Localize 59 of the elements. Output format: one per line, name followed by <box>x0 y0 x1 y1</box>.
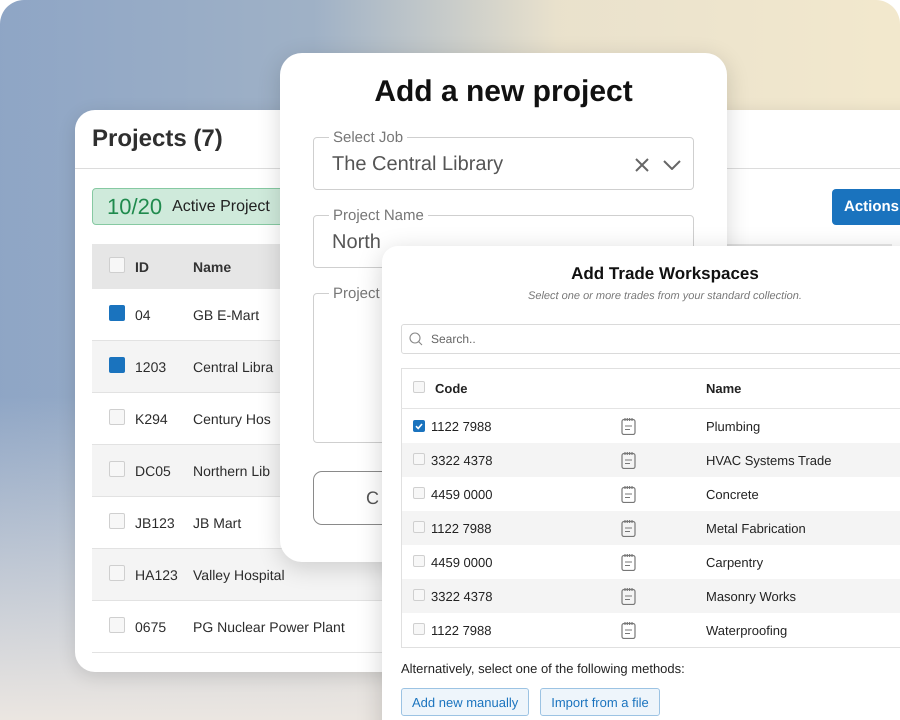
table-cell: 3322 4378 <box>431 588 492 604</box>
table-cell: 4459 0000 <box>431 554 492 570</box>
column-header: ID <box>135 258 149 274</box>
table-cell: 1203 <box>135 358 166 374</box>
instruction-text: Alternatively, select one of the following methods: <box>401 661 686 676</box>
column-header: Name <box>706 381 742 396</box>
clipboard-icon <box>621 451 636 469</box>
clear-icon <box>635 158 649 172</box>
dialog-subtitle: Select one or more trades from your standard collection. <box>527 290 803 302</box>
field-label: Project Name <box>332 207 425 224</box>
table-cell: 04 <box>135 306 151 322</box>
actions-button[interactable]: Actions <box>832 188 900 224</box>
table-cell: Plumbing <box>706 418 760 434</box>
table-cell: 1122 7988 <box>431 622 492 638</box>
table-cell: 1122 7988 <box>431 418 492 434</box>
clipboard-icon <box>621 621 636 639</box>
table-cell: 0675 <box>135 618 166 634</box>
column-header: Code <box>434 381 468 396</box>
table-cell: JB123 <box>135 514 175 530</box>
table-cell: 1122 7988 <box>431 520 492 536</box>
table-cell: PG Nuclear Power Plant <box>193 618 345 634</box>
select-field[interactable]: Select Job The Central Library <box>313 129 694 190</box>
checkbox[interactable] <box>413 420 425 432</box>
dialog-title: Add a new project <box>373 75 634 109</box>
clipboard-icon <box>621 587 636 605</box>
method-button[interactable]: Import from a file <box>540 688 660 716</box>
badge-count: 10/20 <box>107 194 162 220</box>
checkbox[interactable] <box>109 357 125 373</box>
table-cell: Concrete <box>706 486 759 502</box>
search-field[interactable]: Search.. <box>401 324 900 354</box>
column-header: Name <box>193 258 232 274</box>
table-cell: 4459 0000 <box>431 486 492 502</box>
table-cell: Carpentry <box>706 554 764 570</box>
table-cell: HA123 <box>135 566 178 582</box>
table-cell: 3322 4378 <box>431 452 492 468</box>
checkbox[interactable] <box>109 305 125 321</box>
method-button[interactable]: Add new manually <box>401 688 530 716</box>
search-icon <box>409 332 423 346</box>
table-cell: GB E-Mart <box>193 306 260 322</box>
table-cell: HVAC Systems Trade <box>706 452 832 468</box>
clipboard-icon <box>621 485 636 503</box>
table-cell: Northern Lib <box>193 462 270 478</box>
badge-label: Active Project <box>172 198 270 216</box>
panel-title: Projects (7) <box>92 125 223 153</box>
field-label: Select Job <box>332 129 404 146</box>
clipboard-icon <box>621 519 636 537</box>
table-cell: Valley Hospital <box>193 566 285 582</box>
table-cell: Metal Fabrication <box>706 520 806 536</box>
table-cell: DC05 <box>135 462 171 478</box>
table-cell: K294 <box>135 410 168 426</box>
table-cell: Central Libra <box>193 358 274 374</box>
chevron-down-icon <box>663 160 681 170</box>
field-label: Project <box>332 285 381 302</box>
table-cell: Waterproofing <box>706 622 788 638</box>
table-cell: JB Mart <box>193 514 242 530</box>
table-cell: Century Hos <box>193 410 271 426</box>
table-cell: Masonry Works <box>706 588 796 604</box>
clipboard-icon <box>621 417 636 435</box>
clipboard-icon <box>621 553 636 571</box>
